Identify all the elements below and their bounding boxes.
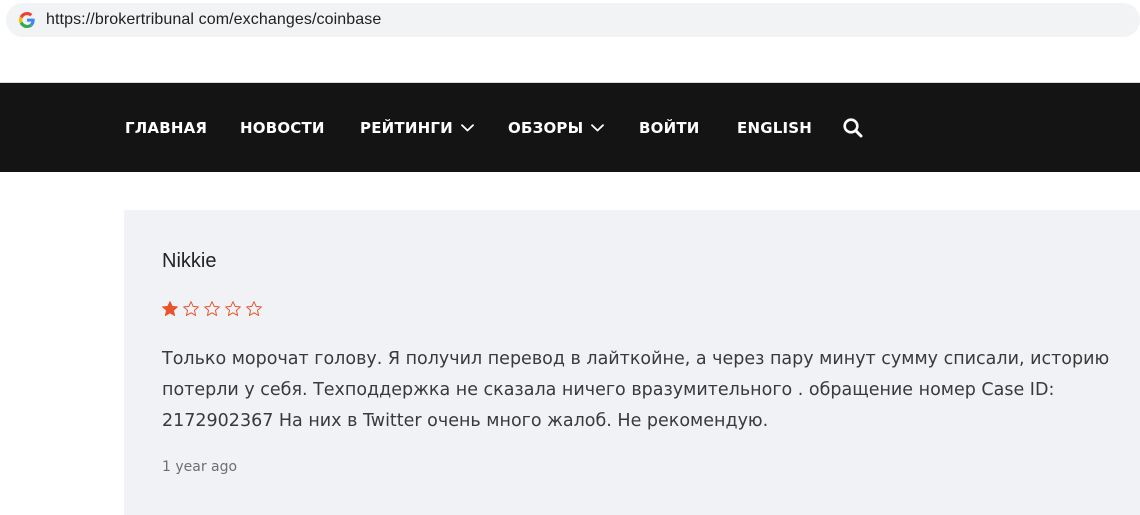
- chevron-down-icon: [591, 123, 605, 132]
- nav-item-home[interactable]: ГЛАВНАЯ: [125, 83, 207, 172]
- nav-item-label: РЕЙТИНГИ: [360, 118, 453, 137]
- nav-item-english[interactable]: ENGLISH: [737, 83, 812, 172]
- nav-item-label: ENGLISH: [737, 118, 813, 137]
- address-bar[interactable]: https://brokertribunal com/exchanges/coi…: [6, 3, 1140, 37]
- star-filled-icon: [161, 300, 179, 318]
- star-empty-icon: [245, 300, 263, 318]
- reviewer-name: Nikkie: [162, 250, 217, 272]
- nav-item-ratings[interactable]: РЕЙТИНГИ: [360, 83, 474, 172]
- google-g-icon: [19, 12, 35, 28]
- url-text[interactable]: https://brokertribunal com/exchanges/coi…: [46, 11, 381, 29]
- main-navbar: ГЛАВНАЯ НОВОСТИ РЕЙТИНГИ ОБЗОРЫ ВОЙТИ EN…: [0, 83, 1140, 172]
- nav-item-news[interactable]: НОВОСТИ: [240, 83, 325, 172]
- star-empty-icon: [203, 300, 221, 318]
- review-timestamp: 1 year ago: [162, 459, 238, 475]
- nav-item-reviews[interactable]: ОБЗОРЫ: [508, 83, 605, 172]
- nav-item-label: ВОЙТИ: [639, 118, 700, 137]
- star-rating: [161, 300, 263, 318]
- star-empty-icon: [182, 300, 200, 318]
- star-empty-icon: [224, 300, 242, 318]
- review-text: Только морочат голову. Я получил перевод…: [162, 349, 1110, 431]
- chevron-down-icon: [460, 123, 474, 132]
- nav-item-label: НОВОСТИ: [240, 118, 325, 137]
- search-icon: [842, 118, 864, 143]
- search-button[interactable]: [842, 117, 864, 139]
- review-card: Nikkie Только морочат голову. Я получил …: [124, 210, 1140, 515]
- nav-item-login[interactable]: ВОЙТИ: [639, 83, 700, 172]
- nav-item-label: ОБЗОРЫ: [508, 118, 584, 137]
- nav-item-label: ГЛАВНАЯ: [125, 118, 208, 137]
